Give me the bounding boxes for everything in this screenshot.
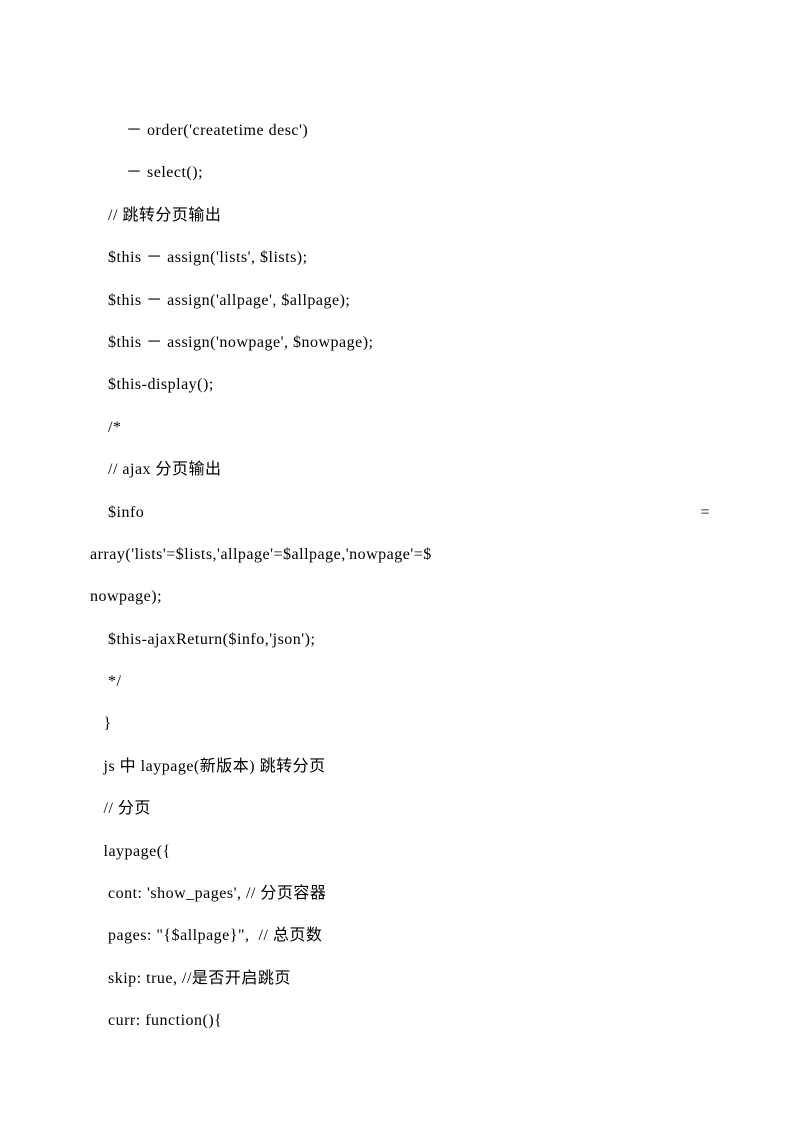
code-text-right: =: [700, 492, 710, 534]
code-line: laypage({: [90, 831, 710, 873]
code-line: curr: function(){: [90, 1000, 710, 1042]
code-line: $this-ajaxReturn($info,'json');: [90, 619, 710, 661]
code-line: }: [90, 703, 710, 745]
code-line: $info =: [90, 492, 710, 534]
code-line: skip: true, //是否开启跳页: [90, 958, 710, 1000]
code-line: $this － assign('nowpage', $nowpage);: [90, 322, 710, 364]
code-line: nowpage);: [90, 576, 710, 618]
code-line: // 分页: [90, 788, 710, 830]
code-line: － select();: [90, 152, 710, 194]
code-line: pages: "{$allpage}", // 总页数: [90, 915, 710, 957]
code-line: $this － assign('lists', $lists);: [90, 237, 710, 279]
code-line: */: [90, 661, 710, 703]
document-page: － order('createtime desc') － select(); /…: [0, 0, 800, 1132]
code-line: $this-display();: [90, 364, 710, 406]
code-line: cont: 'show_pages', // 分页容器: [90, 873, 710, 915]
code-text-left: $info: [90, 492, 144, 534]
code-line: // ajax 分页输出: [90, 449, 710, 491]
code-line: /*: [90, 407, 710, 449]
code-line: array('lists'=$lists,'allpage'=$allpage,…: [90, 534, 710, 576]
code-line: // 跳转分页输出: [90, 195, 710, 237]
code-line: $this － assign('allpage', $allpage);: [90, 280, 710, 322]
code-line: － order('createtime desc'): [90, 110, 710, 152]
code-line: js 中 laypage(新版本) 跳转分页: [90, 746, 710, 788]
